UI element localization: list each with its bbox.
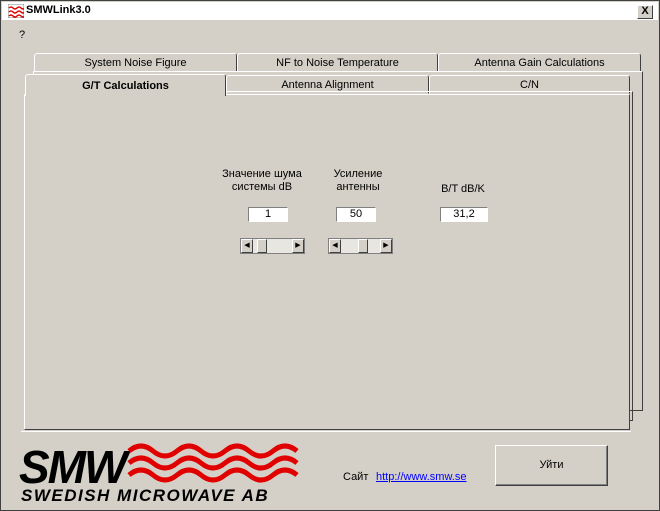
- title-bar: SMWLink3.0 X: [2, 2, 658, 20]
- logo-caption: SWEDISH MICROWAVE AB: [21, 486, 269, 503]
- tab-label: Antenna Gain Calculations: [474, 57, 605, 69]
- noise-label-line1: Значение шума: [222, 168, 302, 180]
- scroll-right-icon[interactable]: ▶: [380, 239, 392, 253]
- scroll-right-icon[interactable]: ▶: [292, 239, 304, 253]
- scroll-thumb[interactable]: [257, 239, 267, 253]
- gain-scrollbar[interactable]: ◀ ▶: [328, 238, 393, 254]
- tab-label: G/T Calculations: [82, 80, 169, 92]
- tab-label: NF to Noise Temperature: [276, 57, 399, 69]
- app-window: SMWLink3.0 X ? System Noise Figure NF to…: [0, 0, 660, 511]
- tab-gt-calculations[interactable]: G/T Calculations: [25, 74, 226, 96]
- noise-label: Значение шума системы dB: [212, 168, 312, 194]
- close-button[interactable]: X: [637, 5, 653, 19]
- result-label: B/T dB/K: [441, 183, 485, 195]
- close-icon: X: [641, 5, 649, 17]
- site-label: Сайт: [343, 471, 369, 483]
- gt-calculations-panel: Значение шума системы dB 1 ◀ ▶ Усиление …: [24, 94, 630, 430]
- tab-label: C/N: [520, 79, 539, 91]
- footer-separator: [21, 431, 631, 432]
- gain-label-line2: антенны: [336, 181, 380, 193]
- noise-label-line2: системы dB: [231, 181, 293, 193]
- scroll-thumb[interactable]: [358, 239, 368, 253]
- exit-button-label: Уйти: [539, 459, 564, 471]
- gain-label-line1: Усиление: [333, 168, 383, 180]
- tab-antenna-gain-calculations[interactable]: Antenna Gain Calculations: [438, 53, 641, 72]
- menu-help[interactable]: ?: [19, 29, 25, 41]
- gain-value-field[interactable]: 50: [336, 207, 376, 222]
- tab-label: System Noise Figure: [84, 57, 187, 69]
- tab-nf-to-noise-temperature[interactable]: NF to Noise Temperature: [237, 53, 438, 72]
- result-value-field: 31,2: [440, 207, 488, 222]
- window-title: SMWLink3.0: [26, 4, 91, 16]
- gain-label: Усиление антенны: [323, 168, 393, 194]
- smw-waves-icon: [8, 4, 24, 18]
- exit-button[interactable]: Уйти: [495, 445, 608, 486]
- tab-system-noise-figure[interactable]: System Noise Figure: [34, 53, 237, 72]
- scroll-left-icon[interactable]: ◀: [329, 239, 341, 253]
- noise-scrollbar[interactable]: ◀ ▶: [240, 238, 305, 254]
- menu-bar: ?: [19, 29, 25, 41]
- scroll-left-icon[interactable]: ◀: [241, 239, 253, 253]
- site-link[interactable]: http://www.smw.se: [376, 471, 466, 483]
- tab-label: Antenna Alignment: [281, 79, 374, 91]
- noise-value-field[interactable]: 1: [248, 207, 288, 222]
- smw-logo: SMW SWEDISH MICROWAVE AB: [19, 441, 299, 503]
